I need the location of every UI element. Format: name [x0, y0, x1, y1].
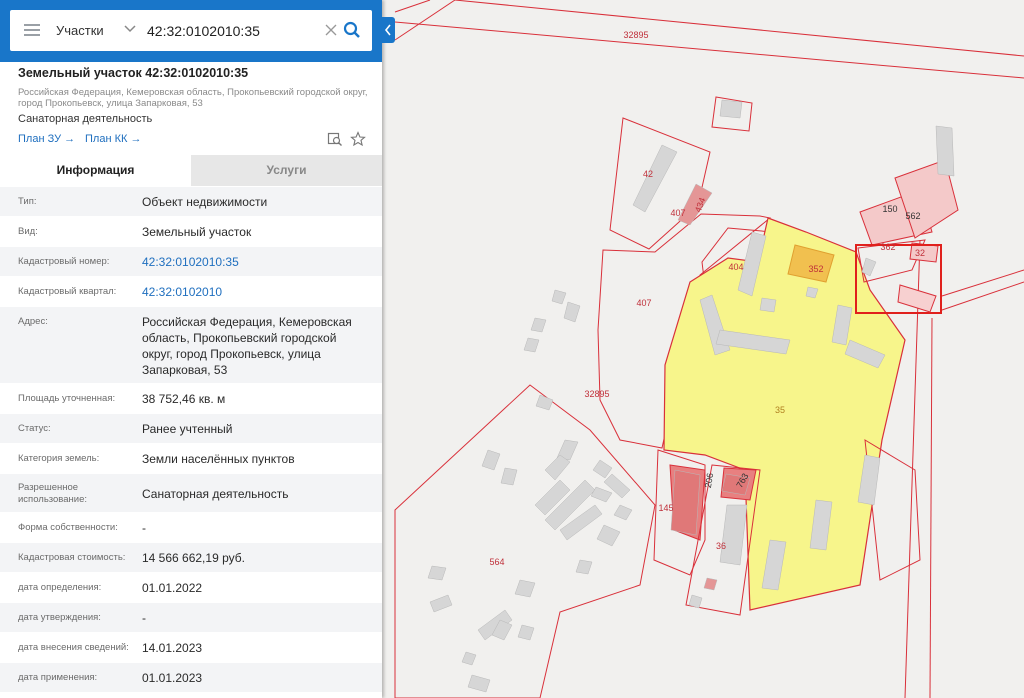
info-row: дата применения: 01.01.2023 — [0, 662, 382, 692]
cadastral-number-link[interactable]: 42:32:0102010:35 — [142, 254, 367, 270]
zoom-to-icon[interactable] — [327, 131, 343, 147]
plan-kk-link[interactable]: План КК → — [85, 133, 141, 145]
info-row: дата утверждения: - — [0, 602, 382, 632]
info-label: Тип: — [18, 196, 37, 207]
search-bar: Участки — [0, 0, 382, 62]
info-row: Тип: Объект недвижимости — [0, 186, 382, 216]
info-label: дата определения: — [18, 582, 102, 593]
info-label: Форма собственности: — [18, 522, 118, 533]
info-row: Форма собственности: - — [0, 512, 382, 542]
chevron-down-icon[interactable] — [124, 24, 136, 34]
object-title: Земельный участок 42:32:0102010:35 — [18, 66, 249, 80]
info-label: Статус: — [18, 423, 51, 434]
label-150: 150 — [882, 204, 897, 214]
menu-icon[interactable] — [24, 24, 40, 36]
label-564: 564 — [489, 557, 504, 567]
info-value: 01.01.2023 — [142, 671, 203, 685]
object-usage: Санаторная деятельность — [18, 113, 153, 125]
info-label: Категория земель: — [18, 453, 100, 464]
collapse-panel-button[interactable] — [382, 17, 395, 43]
label-36: 36 — [716, 541, 726, 551]
label-352: 352 — [808, 264, 823, 274]
info-label: Площадь уточненная: — [18, 393, 116, 404]
info-value: - — [142, 611, 146, 625]
info-value: Земельный участок — [142, 225, 252, 239]
info-value: 14.01.2023 — [142, 641, 203, 655]
info-value: Ранее учтенный — [142, 422, 233, 436]
star-icon[interactable] — [350, 131, 366, 147]
info-row: Кадастровая стоимость: 14 566 662,19 руб… — [0, 542, 382, 572]
info-label: Вид: — [18, 226, 38, 237]
info-value: Объект недвижимости — [142, 195, 268, 209]
info-row: Разрешенное использование: Санаторная де… — [0, 473, 382, 512]
label-145: 145 — [658, 503, 673, 513]
clear-icon[interactable] — [324, 23, 338, 37]
info-label: дата утверждения: — [18, 612, 101, 623]
object-address: Российская Федерация, Кемеровская област… — [18, 87, 368, 109]
label-42: 42 — [643, 169, 653, 179]
label-32895-mid: 32895 — [584, 389, 609, 399]
label-407: 407 — [636, 298, 651, 308]
info-row: Кадастровый квартал: 42:32:0102010 — [0, 276, 382, 306]
info-label: Кадастровая стоимость: — [18, 552, 126, 563]
info-label: Адрес: — [18, 316, 48, 327]
info-label: Кадастровый номер: — [18, 256, 110, 267]
cadastral-quarter-link[interactable]: 42:32:0102010 — [142, 284, 367, 300]
info-label: дата применения: — [18, 672, 98, 683]
label-404: 404 — [728, 262, 743, 272]
info-row: Кадастровый номер: 42:32:0102010:35 — [0, 246, 382, 276]
info-value: Земли населённых пунктов — [142, 452, 295, 466]
info-label: Кадастровый квартал: — [18, 286, 117, 297]
info-row: Вид: Земельный участок — [0, 216, 382, 246]
search-type-select[interactable]: Участки — [56, 23, 104, 38]
label-32895-top: 32895 — [623, 30, 648, 40]
info-row: Площадь уточненная: 38 752,46 кв. м — [0, 383, 382, 413]
info-table: Тип: Объект недвижимости Вид: Земельный … — [0, 186, 382, 692]
plan-zu-link[interactable]: План ЗУ → — [18, 133, 75, 145]
info-row: дата внесения сведений: 14.01.2023 — [0, 632, 382, 662]
search-icon[interactable] — [343, 21, 361, 39]
tab-bar: Информация Услуги — [0, 155, 382, 186]
search-box: Участки — [10, 10, 372, 51]
search-input[interactable] — [145, 22, 319, 40]
label-562: 562 — [905, 211, 920, 221]
info-value: - — [142, 521, 146, 535]
collapse-arrow-icon — [384, 24, 391, 36]
info-row: Статус: Ранее учтенный — [0, 413, 382, 443]
label-35: 35 — [775, 405, 785, 415]
info-row: Категория земель: Земли населённых пункт… — [0, 443, 382, 473]
info-label: Разрешенное использование: — [18, 482, 88, 505]
label-32: 32 — [915, 248, 925, 258]
info-value: Российская Федерация, Кемеровская област… — [142, 315, 352, 377]
info-row: Адрес: Российская Федерация, Кемеровская… — [0, 306, 382, 383]
label-362: 362 — [880, 242, 895, 252]
info-label: дата внесения сведений: — [18, 642, 129, 653]
info-row: дата определения: 01.01.2022 — [0, 572, 382, 602]
info-value: 14 566 662,19 руб. — [142, 551, 245, 565]
info-value: Санаторная деятельность — [142, 487, 289, 501]
info-value: 01.01.2022 — [142, 581, 203, 595]
info-panel: Участки Земельный участок 42:32:0102010:… — [0, 0, 382, 698]
label-407-small: 407 — [670, 208, 685, 218]
tab-information[interactable]: Информация — [0, 155, 191, 186]
info-value: 38 752,46 кв. м — [142, 392, 226, 406]
tab-services[interactable]: Услуги — [191, 155, 382, 186]
